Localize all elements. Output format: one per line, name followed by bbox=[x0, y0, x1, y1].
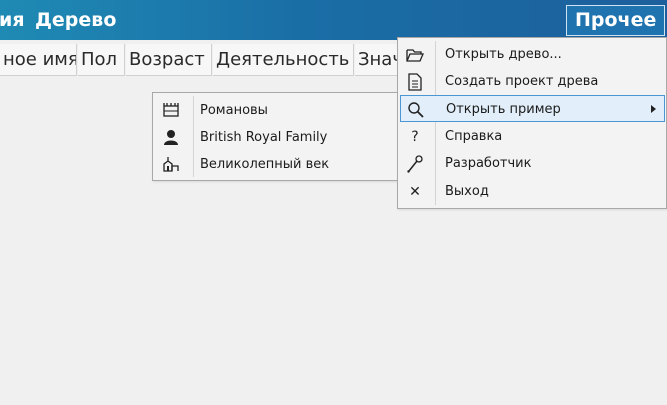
menu-item-label: Справка bbox=[445, 129, 503, 144]
menu-item-label: Разработчик bbox=[445, 156, 532, 171]
menu-misc[interactable]: Прочее bbox=[566, 5, 666, 36]
folder-open-icon bbox=[405, 45, 425, 65]
example-label: Романовы bbox=[200, 103, 268, 118]
palace-icon bbox=[162, 155, 180, 173]
menu-item-label: Открыть пример bbox=[446, 102, 561, 117]
search-icon bbox=[406, 100, 426, 120]
example-british-royal-family[interactable]: British Royal Family bbox=[154, 124, 401, 151]
person-icon bbox=[162, 128, 180, 146]
menu-item-label: Открыть древо... bbox=[445, 47, 562, 62]
help-icon: ? bbox=[411, 129, 419, 145]
example-romanovs[interactable]: Романовы bbox=[154, 97, 401, 124]
menu-item-label: Выход bbox=[445, 184, 489, 199]
menu-bar: ия Дерево Прочее bbox=[0, 0, 667, 40]
example-label: British Royal Family bbox=[200, 130, 328, 145]
column-header-age[interactable]: Возраст bbox=[126, 44, 212, 76]
column-header-occupation[interactable]: Деятельность bbox=[213, 44, 354, 76]
menu-item-exit[interactable]: ✕ Выход bbox=[400, 178, 665, 205]
menu-item-open-tree[interactable]: Открыть древо... bbox=[400, 41, 665, 68]
submenu-arrow-icon bbox=[651, 105, 656, 113]
column-header-name[interactable]: ное имя bbox=[0, 44, 77, 76]
menu-item-help[interactable]: ? Справка bbox=[400, 123, 665, 150]
crown-icon bbox=[162, 101, 180, 119]
menu-item-label: Создать проект древа bbox=[445, 74, 599, 89]
misc-dropdown-menu: Открыть древо... Создать проект древа От… bbox=[397, 37, 667, 209]
menu-edit[interactable]: ия bbox=[0, 0, 25, 40]
menu-item-developer[interactable]: Разработчик bbox=[400, 150, 665, 177]
example-label: Великолепный век bbox=[200, 157, 330, 172]
menu-tree[interactable]: Дерево bbox=[35, 0, 116, 40]
menu-item-create-tree-project[interactable]: Создать проект древа bbox=[400, 68, 665, 95]
column-header-gender[interactable]: Пол bbox=[78, 44, 125, 76]
wrench-icon bbox=[405, 154, 425, 174]
examples-submenu: Романовы British Royal Family Великолепн… bbox=[152, 92, 402, 181]
example-magnificent-century[interactable]: Великолепный век bbox=[154, 151, 401, 178]
close-icon: ✕ bbox=[409, 184, 421, 200]
menu-item-open-example[interactable]: Открыть пример bbox=[400, 95, 665, 122]
document-icon bbox=[405, 72, 425, 92]
